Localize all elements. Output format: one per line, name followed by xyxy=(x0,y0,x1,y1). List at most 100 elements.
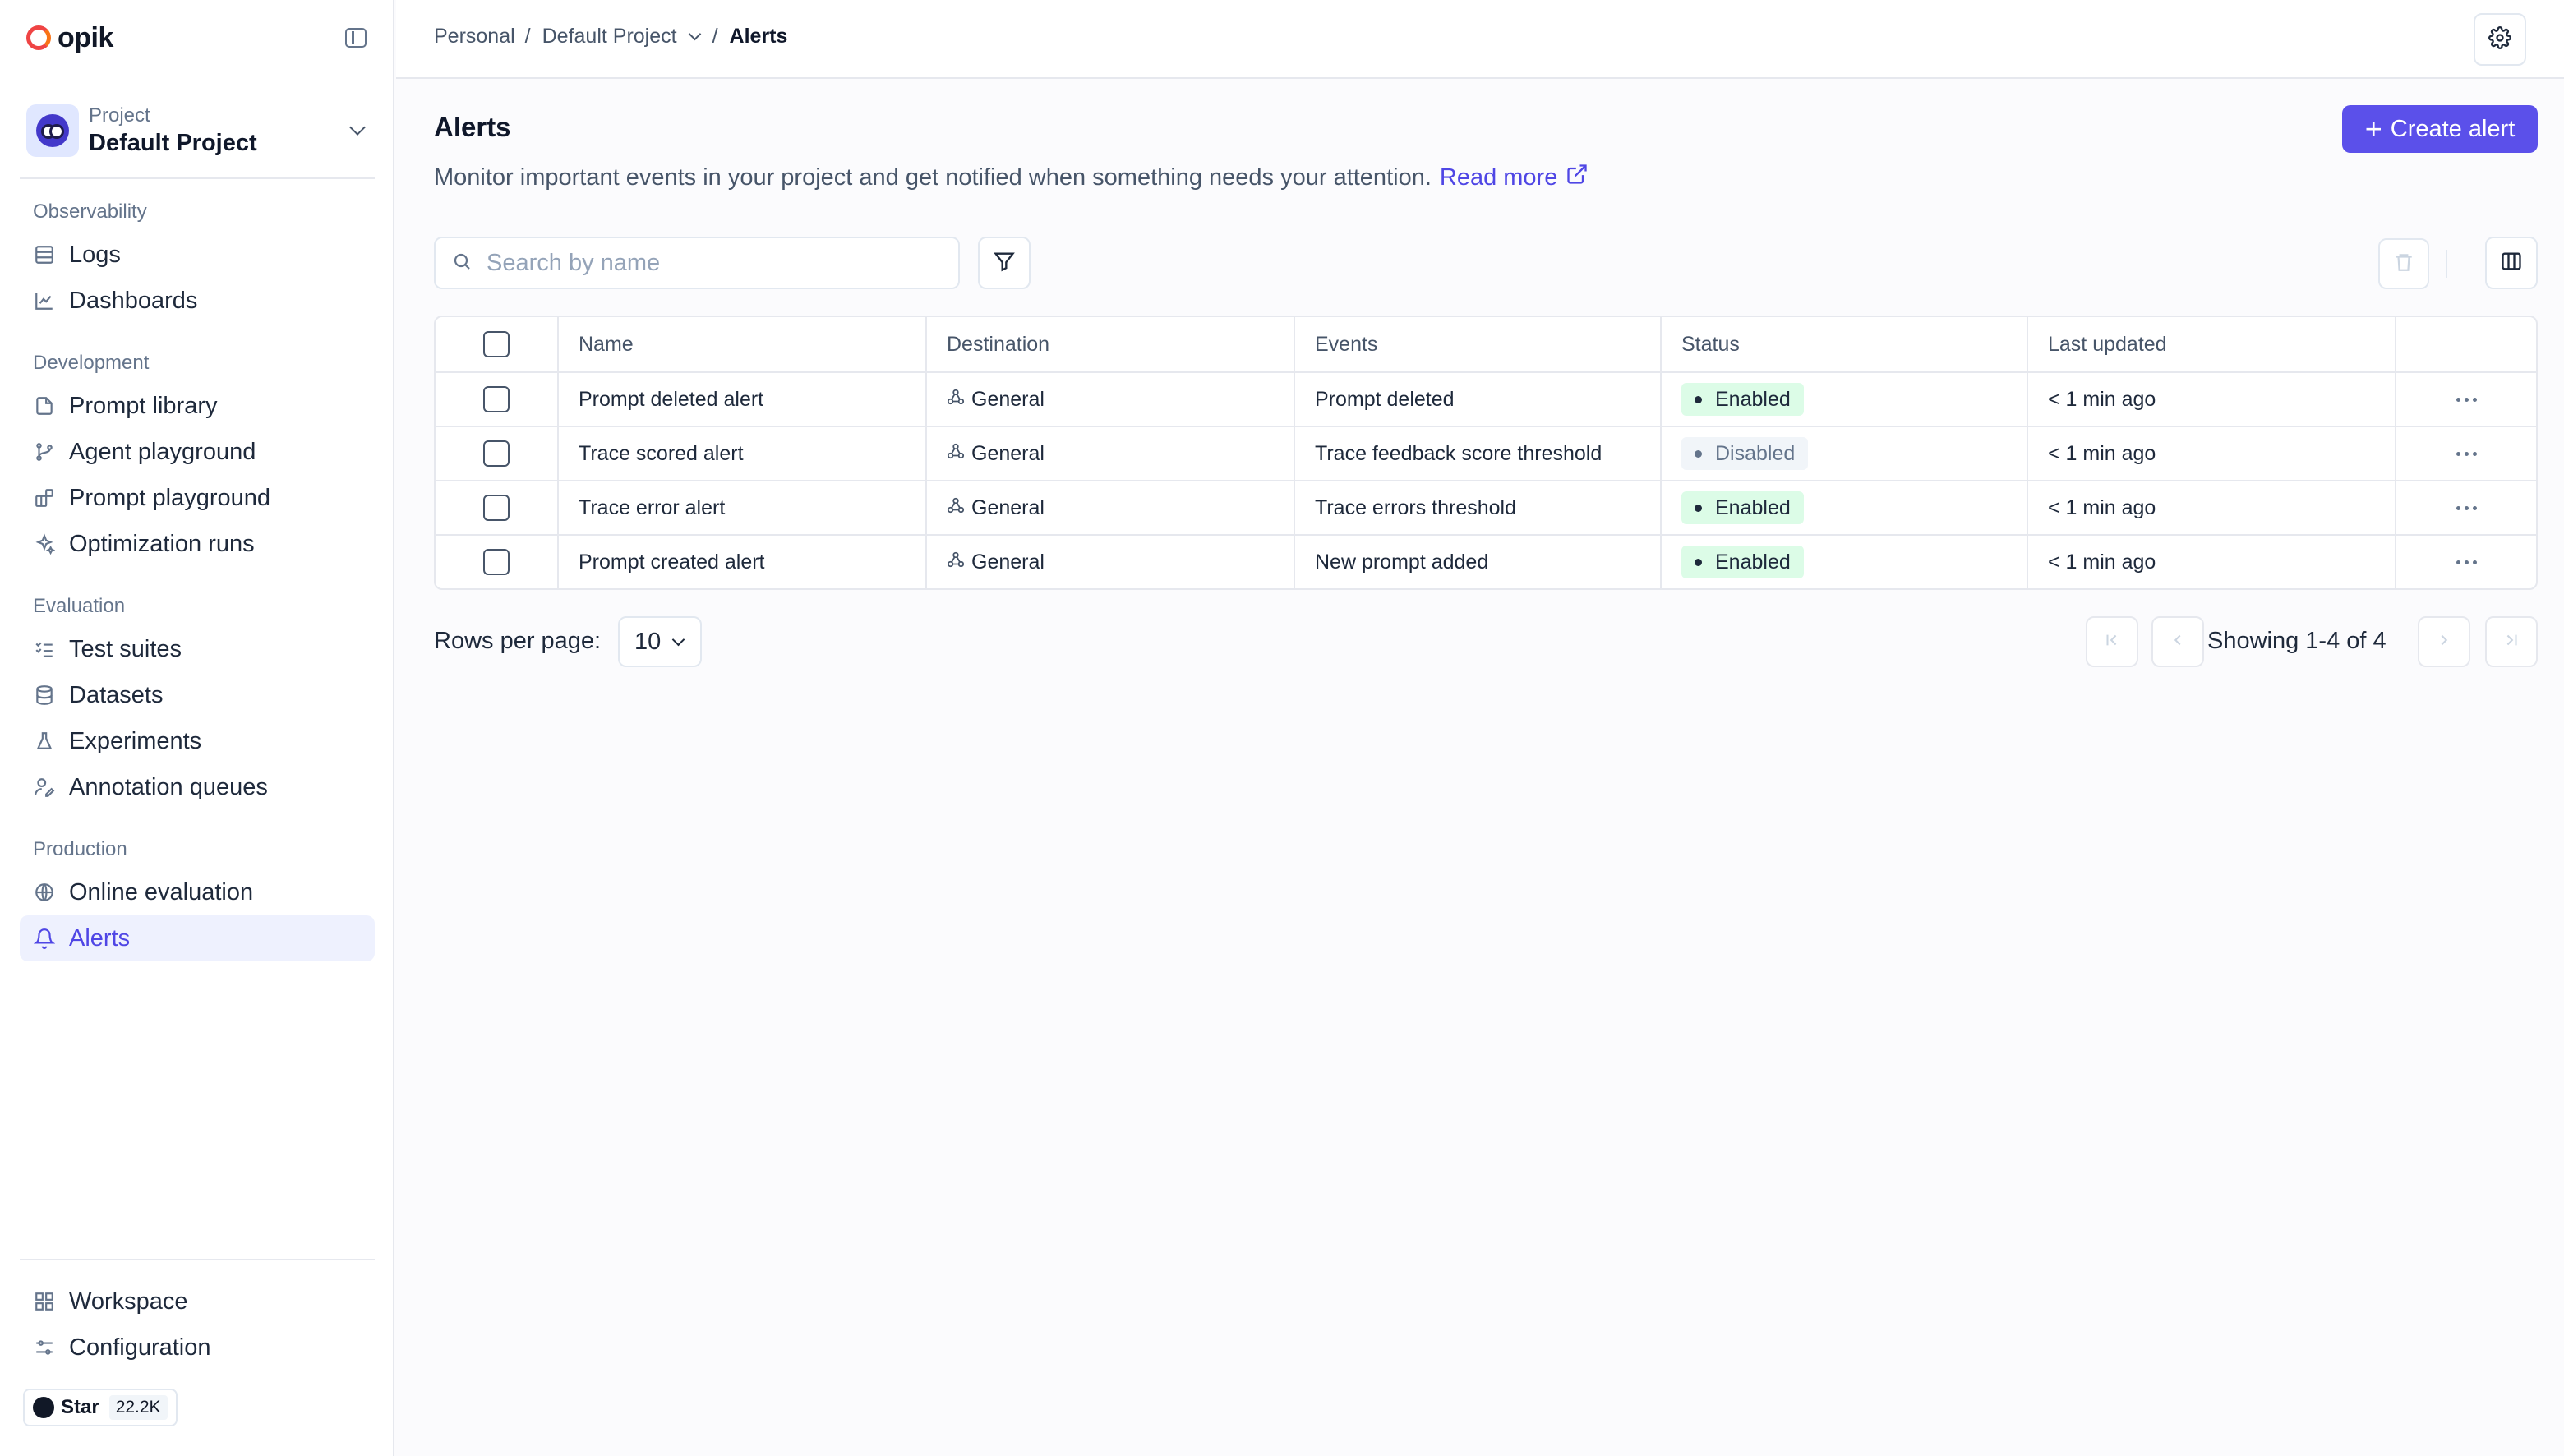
column-header-destination[interactable]: Destination xyxy=(925,317,1294,371)
breadcrumb: Personal / Default Project / Alerts xyxy=(434,25,787,48)
last-updated-cell: < 1 min ago xyxy=(2027,481,2395,534)
sidebar-item-label: Dashboards xyxy=(69,287,198,314)
alert-name[interactable]: Prompt deleted alert xyxy=(557,373,925,426)
events-cell: Prompt deleted xyxy=(1294,373,1660,426)
previous-page-button[interactable] xyxy=(2151,616,2204,667)
destination-cell: General xyxy=(925,427,1294,480)
chevron-left-icon xyxy=(2169,631,2187,653)
column-header-events[interactable]: Events xyxy=(1294,317,1660,371)
more-horizontal-icon[interactable] xyxy=(2456,451,2477,456)
globe-icon xyxy=(33,881,56,904)
blocks-icon xyxy=(33,486,56,509)
sidebar-item-optimization-runs[interactable]: Optimization runs xyxy=(20,521,375,567)
table-row[interactable]: Trace scored alert General Trace feedbac… xyxy=(436,426,2536,480)
first-page-button[interactable] xyxy=(2086,616,2138,667)
sidebar-item-agent-playground[interactable]: Agent playground xyxy=(20,429,375,475)
chevron-right-icon xyxy=(2435,631,2453,653)
row-checkbox[interactable] xyxy=(483,440,510,467)
sidebar-item-label: Experiments xyxy=(69,727,202,754)
destination-cell: General xyxy=(925,481,1294,534)
more-horizontal-icon[interactable] xyxy=(2456,505,2477,510)
breadcrumb-workspace[interactable]: Personal xyxy=(434,25,515,48)
sidebar-item-label: Agent playground xyxy=(69,438,256,465)
header-select-cell xyxy=(436,317,557,371)
status-label: Enabled xyxy=(1715,550,1791,574)
create-alert-label: Create alert xyxy=(2390,115,2516,142)
sidebar-collapse-icon[interactable] xyxy=(345,28,367,48)
read-more-link[interactable]: Read more xyxy=(1440,163,1589,192)
status-cell: Enabled xyxy=(1660,373,2027,426)
sidebar-item-prompt-playground[interactable]: Prompt playground xyxy=(20,475,375,521)
sidebar-item-annotation-queues[interactable]: Annotation queues xyxy=(20,764,375,810)
sparkles-icon xyxy=(33,532,56,555)
sidebar-item-alerts[interactable]: Alerts xyxy=(20,915,375,961)
github-star-button[interactable]: Star 22.2K xyxy=(23,1389,178,1426)
search-field[interactable] xyxy=(434,237,960,289)
next-page-button[interactable] xyxy=(2418,616,2470,667)
sidebar-item-dashboards[interactable]: Dashboards xyxy=(20,278,375,324)
status-dot xyxy=(1695,449,1702,458)
logs-icon xyxy=(33,243,56,266)
alert-name[interactable]: Trace scored alert xyxy=(557,427,925,480)
webhook-icon xyxy=(947,551,965,574)
external-link-icon xyxy=(1566,163,1589,192)
filter-icon xyxy=(993,250,1016,277)
sidebar-item-test-suites[interactable]: Test suites xyxy=(20,626,375,672)
sidebar-item-label: Test suites xyxy=(69,635,182,662)
table-row[interactable]: Trace error alert General Trace errors t… xyxy=(436,480,2536,534)
chevrons-left-icon xyxy=(2103,631,2121,653)
row-checkbox[interactable] xyxy=(483,549,510,575)
sidebar-item-prompt-library[interactable]: Prompt library xyxy=(20,383,375,429)
last-updated-cell: < 1 min ago xyxy=(2027,427,2395,480)
column-header-last-updated[interactable]: Last updated xyxy=(2027,317,2395,371)
columns-button[interactable] xyxy=(2485,237,2538,289)
status-label: Enabled xyxy=(1715,495,1791,519)
table-row[interactable]: Prompt created alert General New prompt … xyxy=(436,534,2536,588)
project-switcher[interactable]: Project Default Project xyxy=(26,102,375,159)
sidebar-item-workspace[interactable]: Workspace xyxy=(20,1279,375,1325)
search-input[interactable] xyxy=(487,249,947,277)
status-badge: Enabled xyxy=(1681,546,1804,578)
column-header-status[interactable]: Status xyxy=(1660,317,2027,371)
status-label: Enabled xyxy=(1715,387,1791,411)
user-pen-icon xyxy=(33,776,56,799)
more-horizontal-icon[interactable] xyxy=(2456,560,2477,564)
sidebar-item-configuration[interactable]: Configuration xyxy=(20,1325,375,1371)
table-row[interactable]: Prompt deleted alert General Prompt dele… xyxy=(436,371,2536,426)
rows-per-page-select[interactable]: 10 xyxy=(618,616,702,667)
events-cell: New prompt added xyxy=(1294,536,1660,588)
sidebar-item-label: Configuration xyxy=(69,1334,211,1361)
chevron-down-icon[interactable] xyxy=(688,27,701,41)
column-header-name[interactable]: Name xyxy=(557,317,925,371)
row-checkbox[interactable] xyxy=(483,386,510,412)
section-title-development: Development xyxy=(33,352,150,374)
select-all-checkbox[interactable] xyxy=(483,331,510,357)
column-header-actions xyxy=(2395,317,2536,371)
sidebar-divider xyxy=(20,1259,375,1260)
webhook-icon xyxy=(947,442,965,466)
rows-per-page-value: 10 xyxy=(634,628,662,655)
alert-name[interactable]: Trace error alert xyxy=(557,481,925,534)
chart-icon xyxy=(33,289,56,312)
rows-per-page-label: Rows per page: xyxy=(434,628,602,654)
logo[interactable]: opik xyxy=(26,21,113,54)
sidebar-item-online-evaluation[interactable]: Online evaluation xyxy=(20,869,375,915)
flask-icon xyxy=(33,730,56,753)
sidebar-item-datasets[interactable]: Datasets xyxy=(20,672,375,718)
breadcrumb-separator: / xyxy=(524,25,531,48)
github-icon xyxy=(33,1397,54,1418)
sidebar-item-experiments[interactable]: Experiments xyxy=(20,718,375,764)
last-page-button[interactable] xyxy=(2485,616,2538,667)
sidebar-item-logs[interactable]: Logs xyxy=(20,232,375,278)
sliders-icon xyxy=(33,1336,56,1359)
settings-button[interactable] xyxy=(2474,13,2526,66)
alert-name[interactable]: Prompt created alert xyxy=(557,536,925,588)
delete-button[interactable] xyxy=(2378,238,2429,289)
sidebar-item-label: Annotation queues xyxy=(69,773,268,800)
columns-icon xyxy=(2500,250,2523,277)
create-alert-button[interactable]: + Create alert xyxy=(2342,105,2538,153)
filter-button[interactable] xyxy=(978,237,1031,289)
breadcrumb-project[interactable]: Default Project xyxy=(542,25,677,48)
more-horizontal-icon[interactable] xyxy=(2456,397,2477,402)
row-checkbox[interactable] xyxy=(483,495,510,521)
